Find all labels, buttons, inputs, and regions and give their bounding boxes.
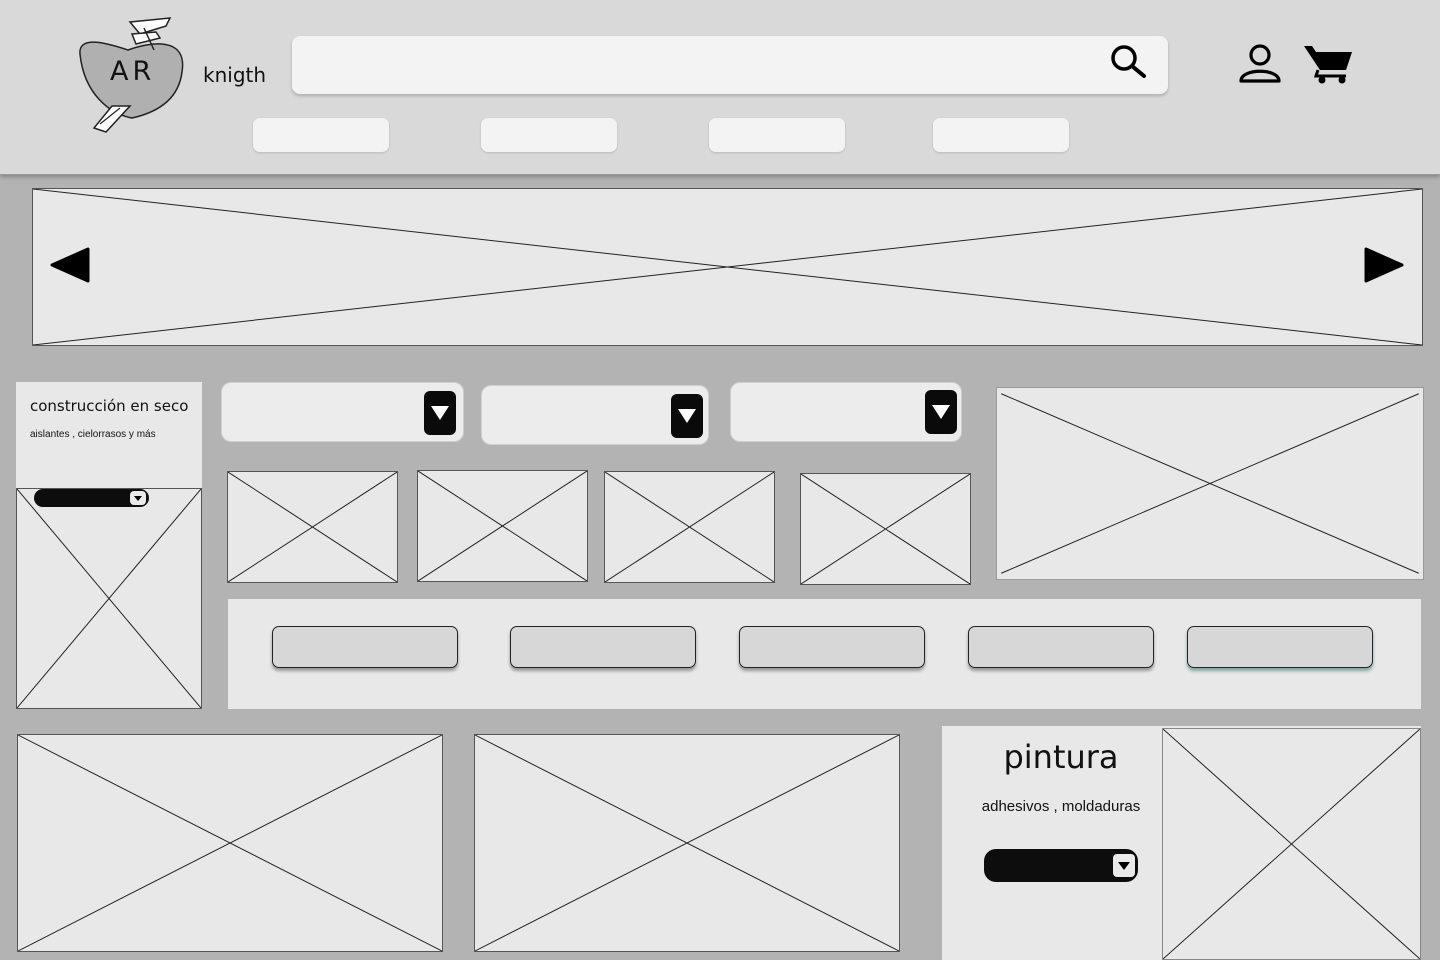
image-placeholder — [801, 474, 970, 584]
nav-item-3[interactable] — [709, 118, 845, 152]
category-button-4[interactable] — [968, 626, 1154, 668]
nav-item-2[interactable] — [481, 118, 617, 152]
product-thumbnail-3[interactable] — [604, 471, 775, 583]
image-placeholder — [228, 472, 397, 582]
logo-text: AR — [110, 56, 156, 87]
chevron-down-icon — [431, 406, 449, 420]
cart-icon[interactable] — [1302, 42, 1354, 84]
dropdown-caret — [1113, 854, 1135, 877]
image-placeholder — [18, 735, 442, 951]
image-placeholder — [17, 489, 201, 708]
category-image — [16, 488, 202, 709]
filter-dropdown-3[interactable] — [730, 382, 962, 442]
dropdown-button[interactable] — [671, 394, 703, 438]
arrow-right-icon[interactable] — [1364, 246, 1404, 284]
paint-title: pintura — [1003, 738, 1119, 776]
brand-name[interactable]: knigth — [203, 63, 266, 87]
chevron-down-icon — [1118, 862, 1130, 870]
featured-image-2[interactable] — [474, 734, 900, 952]
image-placeholder — [997, 388, 1423, 579]
product-thumbnail-2[interactable] — [417, 470, 588, 582]
filter-dropdown-1[interactable] — [221, 382, 464, 442]
image-placeholder — [605, 472, 774, 582]
arrow-left-icon[interactable] — [50, 246, 90, 284]
dropdown-caret — [130, 491, 146, 505]
category-button-3[interactable] — [739, 626, 925, 668]
search-bar[interactable] — [292, 36, 1168, 94]
promo-banner[interactable] — [996, 387, 1424, 580]
category-subtitle: aislantes , cielorrasos y más — [30, 429, 156, 440]
chevron-down-icon — [678, 409, 696, 423]
paint-subtitle: adhesivos , moldaduras — [981, 798, 1141, 815]
filter-dropdown-2[interactable] — [481, 385, 709, 445]
category-dropdown[interactable] — [34, 489, 149, 507]
image-placeholder — [418, 471, 587, 581]
category-title: construcción en seco — [30, 397, 189, 415]
search-input[interactable] — [306, 48, 1090, 84]
nav-item-1[interactable] — [253, 118, 389, 152]
chevron-down-icon — [932, 405, 950, 419]
featured-image-1[interactable] — [17, 734, 443, 952]
site-header: AR knigth — [0, 0, 1440, 175]
category-button-5[interactable] — [1187, 626, 1373, 668]
dropdown-button[interactable] — [424, 391, 456, 435]
category-button-1[interactable] — [272, 626, 458, 668]
image-placeholder — [475, 735, 899, 951]
chevron-down-icon — [134, 496, 142, 501]
search-icon[interactable] — [1108, 44, 1148, 80]
dropdown-button[interactable] — [925, 390, 957, 434]
user-icon[interactable] — [1238, 44, 1282, 84]
product-thumbnail-1[interactable] — [227, 471, 398, 583]
image-placeholder — [33, 189, 1422, 345]
paint-image — [1162, 728, 1421, 960]
image-placeholder — [1163, 729, 1420, 959]
hero-carousel[interactable] — [32, 188, 1423, 346]
category-button-2[interactable] — [510, 626, 696, 668]
paint-dropdown[interactable] — [984, 849, 1138, 882]
product-thumbnail-4[interactable] — [800, 473, 971, 585]
nav-item-4[interactable] — [933, 118, 1069, 152]
